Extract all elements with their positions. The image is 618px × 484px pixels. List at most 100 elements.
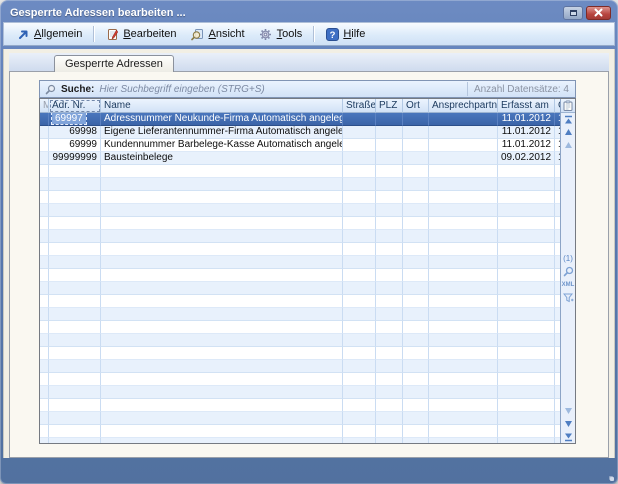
table-cell: [40, 217, 49, 230]
table-row[interactable]: [40, 334, 560, 347]
table-cell: [40, 295, 49, 308]
column-header-m[interactable]: M: [40, 99, 49, 113]
table-cell: [376, 399, 403, 412]
search-placeholder[interactable]: Hier Suchbegriff eingeben (STRG+S): [99, 84, 462, 95]
grid-side-toolbar: (1) XML: [560, 99, 575, 443]
table-cell: [429, 425, 498, 438]
column-header-erf[interactable]: Erfasst am: [498, 99, 555, 113]
table-row[interactable]: [40, 178, 560, 191]
table-cell: [376, 308, 403, 321]
table-cell: [403, 113, 429, 126]
table-row[interactable]: [40, 347, 560, 360]
table-row[interactable]: [40, 425, 560, 438]
table-row[interactable]: [40, 282, 560, 295]
table-cell: [101, 399, 343, 412]
table-cell: 11.01.2012: [498, 113, 555, 126]
menu-separator: [93, 26, 94, 42]
table-cell: [498, 321, 555, 334]
menu-label: Tools: [277, 28, 303, 40]
grid-search-button[interactable]: [562, 265, 575, 278]
table-cell: [101, 334, 343, 347]
table-cell: [376, 282, 403, 295]
table-row[interactable]: [40, 373, 560, 386]
table-cell: [403, 360, 429, 373]
column-header-str[interactable]: Straße: [343, 99, 376, 113]
table-row[interactable]: [40, 386, 560, 399]
table-cell: [498, 399, 555, 412]
xml-export-button[interactable]: XML: [562, 278, 575, 291]
table-cell: [498, 360, 555, 373]
table-row[interactable]: [40, 217, 560, 230]
table-row[interactable]: [40, 243, 560, 256]
table-cell: [403, 256, 429, 269]
view-magnifier-icon: [191, 27, 205, 41]
table-cell: [376, 373, 403, 386]
count-records-button[interactable]: (1): [562, 252, 575, 265]
table-cell: [343, 217, 376, 230]
table-cell: [429, 438, 498, 443]
grid-main: MAdr. Nr.NameStraßePLZOrtAnsprechpartner…: [40, 99, 560, 443]
table-row[interactable]: [40, 230, 560, 243]
search-bar[interactable]: Suche: Hier Suchbegriff eingeben (STRG+S…: [39, 80, 576, 98]
restore-button[interactable]: [563, 6, 583, 20]
page-down-button[interactable]: [562, 404, 575, 417]
table-cell: [429, 334, 498, 347]
table-row[interactable]: [40, 321, 560, 334]
table-cell: [429, 113, 498, 126]
table-cell: [403, 295, 429, 308]
column-header-adr[interactable]: Adr. Nr.: [49, 99, 101, 113]
table-cell: [49, 412, 101, 425]
table-cell: [403, 386, 429, 399]
column-header-name[interactable]: Name: [101, 99, 343, 113]
table-cell: [49, 282, 101, 295]
table-cell: [403, 139, 429, 152]
table-row[interactable]: 69998Eigene Lieferantennummer-Firma Auto…: [40, 126, 560, 139]
table-cell: [101, 204, 343, 217]
table-row[interactable]: [40, 165, 560, 178]
table-row[interactable]: 99999999Bausteinbelege09.02.201213.: [40, 152, 560, 165]
table-row[interactable]: [40, 399, 560, 412]
scroll-to-top-button[interactable]: [562, 113, 575, 126]
menu-tools[interactable]: Tools: [253, 25, 309, 43]
filter-button[interactable]: [562, 291, 575, 304]
table-cell: [343, 308, 376, 321]
scroll-to-bottom-button[interactable]: [562, 430, 575, 443]
menu-bearbeiten[interactable]: Bearbeiten: [99, 25, 182, 43]
table-cell: [403, 321, 429, 334]
table-cell: [49, 438, 101, 443]
table-row[interactable]: [40, 191, 560, 204]
page-up-button[interactable]: [562, 139, 575, 152]
table-row[interactable]: [40, 308, 560, 321]
table-cell: [429, 295, 498, 308]
menu-allgemein[interactable]: Allgemein: [10, 25, 88, 43]
menu-ansicht[interactable]: Ansicht: [185, 25, 251, 43]
column-header-ort[interactable]: Ort: [403, 99, 429, 113]
table-cell: 69998: [49, 126, 101, 139]
grid-corner[interactable]: [561, 99, 575, 113]
table-row[interactable]: [40, 204, 560, 217]
resize-grip[interactable]: [610, 477, 614, 481]
table-row-selected[interactable]: 69997Adressnummer Neukunde-Firma Automat…: [40, 113, 560, 126]
table-row[interactable]: [40, 269, 560, 282]
column-header-ansp[interactable]: Ansprechpartner: [429, 99, 498, 113]
tab-gesperrte-adressen[interactable]: Gesperrte Adressen: [54, 55, 174, 72]
table-cell: [40, 126, 49, 139]
table-cell: [498, 191, 555, 204]
table-row[interactable]: [40, 256, 560, 269]
scroll-up-button[interactable]: [562, 126, 575, 139]
table-cell: [343, 139, 376, 152]
menu-hilfe[interactable]: ? Hilfe: [319, 25, 371, 43]
scroll-down-button[interactable]: [562, 417, 575, 430]
table-row[interactable]: [40, 438, 560, 443]
menu-label: Ansicht: [209, 28, 245, 40]
column-header-plz[interactable]: PLZ: [376, 99, 403, 113]
focused-cell-value: 69997: [52, 113, 86, 124]
table-cell: [49, 217, 101, 230]
close-button[interactable]: [586, 6, 611, 20]
table-row[interactable]: [40, 295, 560, 308]
table-row[interactable]: 69999Kundennummer Barbelege-Kasse Automa…: [40, 139, 560, 152]
table-row[interactable]: [40, 412, 560, 425]
table-row[interactable]: [40, 360, 560, 373]
table-cell: [376, 152, 403, 165]
table-cell: Eigene Lieferantennummer-Firma Automatis…: [101, 126, 343, 139]
